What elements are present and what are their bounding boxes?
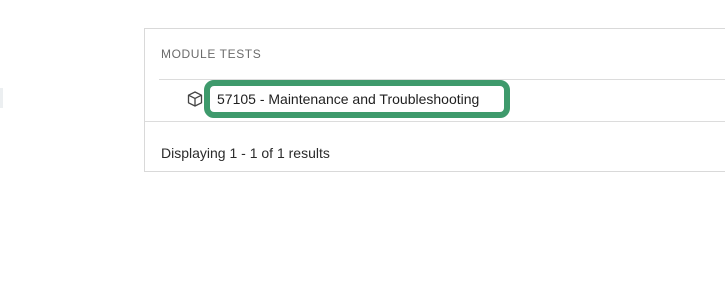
box-icon bbox=[186, 90, 204, 108]
module-tests-panel: MODULE TESTS 57105 - Maintenance and Tro… bbox=[144, 28, 725, 172]
page: MODULE TESTS 57105 - Maintenance and Tro… bbox=[0, 0, 725, 284]
panel-header: MODULE TESTS bbox=[161, 47, 262, 61]
list-item[interactable]: 57105 - Maintenance and Troubleshooting bbox=[145, 80, 725, 120]
row-divider bbox=[145, 121, 725, 122]
edge-decoration bbox=[0, 88, 3, 108]
module-test-link[interactable]: 57105 - Maintenance and Troubleshooting bbox=[217, 91, 479, 107]
pagination-summary: Displaying 1 - 1 of 1 results bbox=[161, 145, 330, 161]
